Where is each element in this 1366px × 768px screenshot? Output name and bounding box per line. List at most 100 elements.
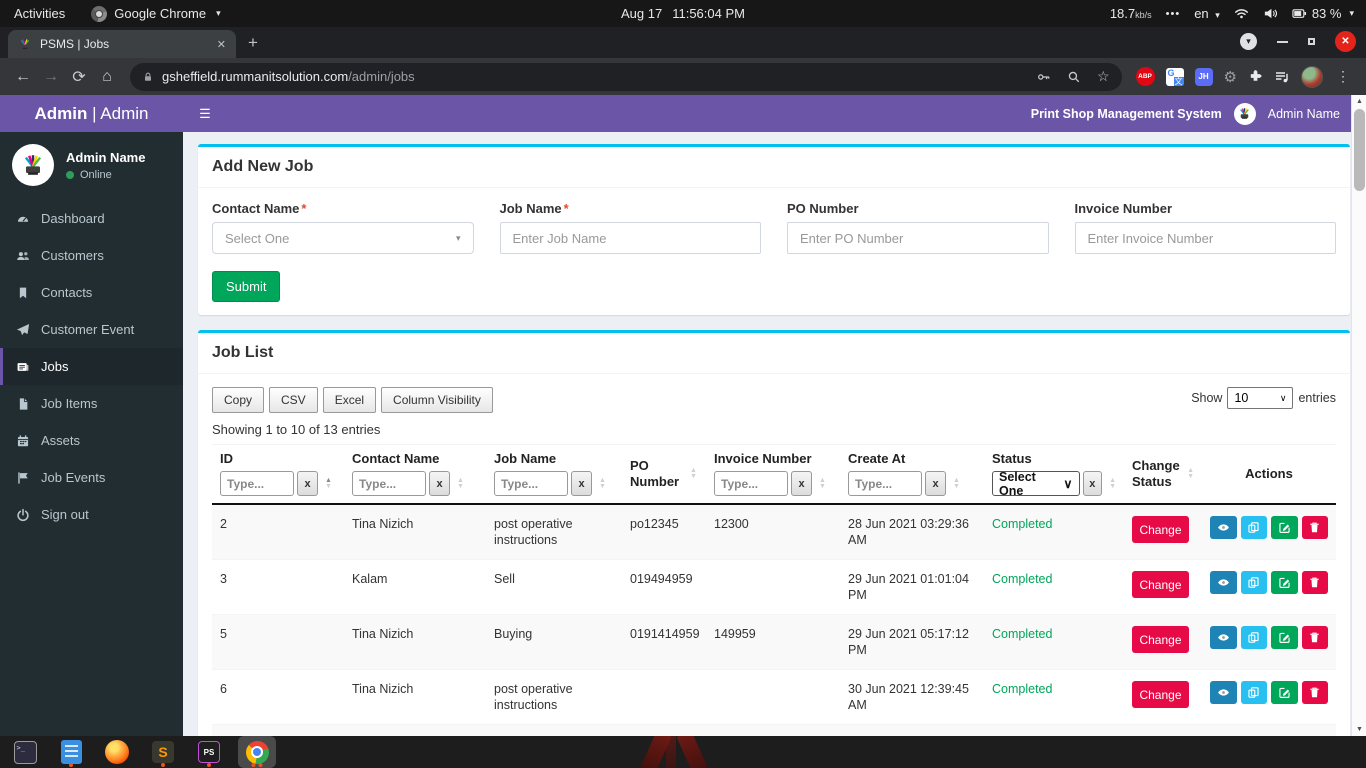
forward-button[interactable]: → [38, 68, 64, 86]
reload-button[interactable]: ⟳ [66, 67, 92, 87]
extensions-puzzle-icon[interactable] [1248, 69, 1263, 84]
address-bar[interactable]: gsheffield.rummanitsolution.com/admin/jo… [130, 62, 1122, 91]
dock-item-firefox[interactable] [98, 736, 136, 768]
wifi-icon[interactable] [1234, 6, 1249, 21]
browser-profile-avatar[interactable] [1301, 65, 1323, 88]
filter-clear-button[interactable]: x [429, 471, 450, 496]
translate-extension-icon[interactable] [1165, 67, 1184, 86]
password-key-icon[interactable] [1037, 70, 1051, 84]
header-user-avatar[interactable] [1233, 102, 1256, 125]
battery-indicator[interactable]: 83 % ▾ [1292, 6, 1354, 21]
sort-icon[interactable]: ▲ ▼ [1187, 467, 1194, 480]
delete-button[interactable] [1301, 516, 1328, 539]
column-header-create-at[interactable]: Create At x ▲▼ [840, 444, 984, 505]
copy-button[interactable] [1240, 571, 1267, 594]
bookmark-star-icon[interactable]: ☆ [1097, 68, 1110, 85]
header-user-name[interactable]: Admin Name [1268, 107, 1340, 121]
filter-input-contact-name[interactable] [352, 471, 426, 496]
change-status-button[interactable]: Change [1132, 571, 1189, 598]
csv-button[interactable]: CSV [269, 387, 318, 413]
change-status-button[interactable]: Change [1132, 516, 1189, 543]
dock-item-terminal[interactable]: >_ [6, 736, 44, 768]
tray-more-icon[interactable]: ••• [1166, 8, 1181, 20]
delete-button[interactable] [1301, 571, 1328, 594]
column-header-job-name[interactable]: Job Name x ▲▼ [486, 444, 622, 505]
column-header-status[interactable]: Status Select One ∨ x ▲ ▼ [984, 444, 1124, 505]
language-switcher[interactable]: en ▾ [1194, 6, 1220, 21]
settings-gear-icon[interactable]: ⚙ [1224, 68, 1237, 86]
clock[interactable]: Aug 17 11:56:04 PM [621, 6, 745, 21]
playlist-icon[interactable] [1274, 69, 1290, 85]
contact-name-select[interactable]: Select One ▾ [212, 222, 474, 254]
view-button[interactable] [1210, 516, 1237, 539]
delete-button[interactable] [1301, 681, 1328, 704]
view-button[interactable] [1210, 626, 1237, 649]
filter-clear-button[interactable]: x [925, 471, 946, 496]
sort-icon[interactable]: ▲ ▼ [953, 477, 960, 490]
column-visibility-button[interactable]: Column Visibility [381, 387, 493, 413]
sidebar-item-customers[interactable]: Customers [0, 237, 183, 274]
sort-icon[interactable]: ▲ ▼ [1109, 477, 1116, 490]
sidebar-item-job-events[interactable]: Job Events [0, 459, 183, 496]
scroll-up-icon[interactable]: ▲ [1352, 95, 1366, 108]
tab-close-icon[interactable]: ✕ [217, 38, 226, 51]
dock-item-pycharm[interactable]: PS [190, 736, 228, 768]
page-size-select[interactable]: 10 ∨ [1227, 387, 1294, 409]
column-header-invoice-number[interactable]: Invoice Number x ▲▼ [706, 444, 840, 505]
edit-button[interactable] [1271, 516, 1298, 539]
sidebar-item-jobs[interactable]: Jobs [0, 348, 183, 385]
delete-button[interactable] [1301, 626, 1328, 649]
sort-icon[interactable]: ▲ ▼ [819, 477, 826, 490]
window-close-button[interactable]: ✕ [1335, 31, 1356, 52]
dock-item-text-editor[interactable] [52, 736, 90, 768]
sort-icon[interactable]: ▲ ▼ [457, 477, 464, 490]
activities-button[interactable]: Activities [14, 6, 65, 21]
tab-search-button[interactable]: ▾ [1240, 33, 1257, 50]
filter-input-invoice-number[interactable] [714, 471, 788, 496]
filter-input-job-name[interactable] [494, 471, 568, 496]
volume-icon[interactable] [1263, 6, 1278, 21]
copy-button[interactable]: Copy [212, 387, 265, 413]
filter-clear-button[interactable]: x [791, 471, 812, 496]
filter-input-create-at[interactable] [848, 471, 922, 496]
page-scrollbar[interactable]: ▲ ▼ [1351, 95, 1366, 736]
sidebar-item-contacts[interactable]: Contacts [0, 274, 183, 311]
filter-clear-button[interactable]: x [297, 471, 318, 496]
filter-clear-button[interactable]: x [571, 471, 592, 496]
back-button[interactable]: ← [10, 68, 36, 86]
copy-button[interactable] [1240, 516, 1267, 539]
adblock-extension-icon[interactable]: ABP [1135, 67, 1155, 86]
sidebar-item-sign-out[interactable]: Sign out [0, 496, 183, 533]
view-button[interactable] [1210, 571, 1237, 594]
view-button[interactable] [1210, 681, 1237, 704]
dock-item-sublime-text[interactable]: S [144, 736, 182, 768]
home-button[interactable]: ⌂ [94, 68, 120, 86]
app-menu[interactable]: Google Chrome ▾ [91, 5, 221, 22]
job-name-input[interactable] [499, 222, 761, 254]
copy-button[interactable] [1240, 626, 1267, 649]
column-header-id[interactable]: ID x ▲▼ [212, 444, 344, 505]
sidebar-item-dashboard[interactable]: Dashboard [0, 200, 183, 237]
sidebar-item-job-items[interactable]: Job Items [0, 385, 183, 422]
change-status-button[interactable]: Change [1132, 681, 1189, 708]
invoice-number-input[interactable] [1074, 222, 1336, 254]
new-tab-button[interactable]: + [248, 33, 258, 53]
minimize-button[interactable] [1277, 40, 1288, 43]
browser-tab[interactable]: PSMS | Jobs ✕ [8, 30, 236, 58]
zoom-search-icon[interactable] [1067, 70, 1081, 84]
scrollbar-thumb[interactable] [1354, 109, 1365, 191]
copy-button[interactable] [1240, 681, 1267, 704]
filter-clear-button[interactable]: x [1082, 471, 1103, 496]
change-status-button[interactable]: Change [1132, 626, 1189, 653]
po-number-input[interactable] [787, 222, 1049, 254]
jh-extension-icon[interactable]: JH [1194, 67, 1213, 86]
scroll-down-icon[interactable]: ▼ [1352, 723, 1366, 736]
sort-icon[interactable]: ▲ ▼ [599, 477, 606, 490]
edit-button[interactable] [1271, 626, 1298, 649]
sort-icon[interactable]: ▲ ▼ [690, 467, 697, 480]
status-filter-select[interactable]: Select One ∨ [992, 470, 1080, 498]
browser-menu-icon[interactable]: ⋮ [1334, 68, 1352, 85]
column-header-contact-name[interactable]: Contact Name x ▲▼ [344, 444, 486, 505]
column-header-change-status[interactable]: Change Status ▲ ▼ [1124, 444, 1202, 505]
filter-input-id[interactable] [220, 471, 294, 496]
